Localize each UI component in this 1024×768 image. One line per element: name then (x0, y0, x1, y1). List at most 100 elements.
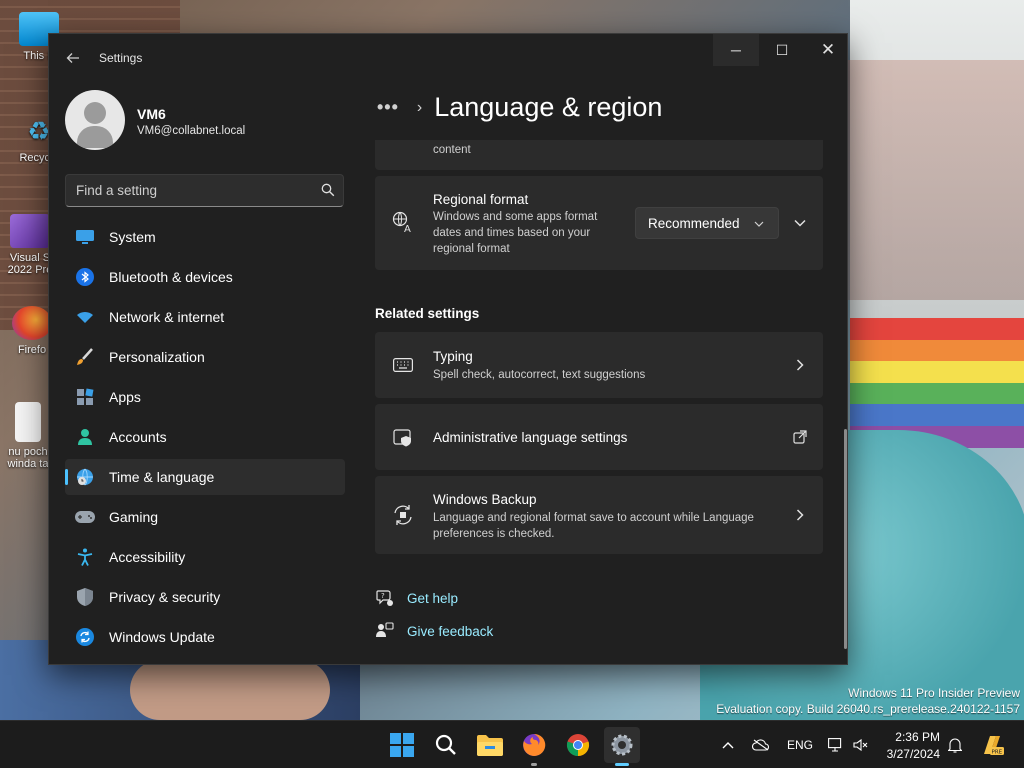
windows-backup-card[interactable]: Windows Backup Language and regional for… (375, 476, 823, 554)
maximize-icon: ☐ (775, 41, 789, 58)
chevron-right-icon (796, 509, 804, 521)
search-box[interactable] (65, 174, 344, 207)
tray-volume[interactable] (853, 721, 869, 768)
watermark-edition: Windows 11 Pro Insider Preview (848, 686, 1020, 700)
settings-window: Settings ─ ☐ ✕ VM6 VM6@collabnet.local S… (48, 33, 848, 665)
wallpaper-shade (848, 60, 1024, 300)
backup-sync-icon (391, 503, 415, 527)
cloud-offline-icon (752, 739, 769, 751)
typing-card[interactable]: Typing Spell check, autocorrect, text su… (375, 332, 823, 398)
sidebar-item-label: Accessibility (109, 549, 186, 565)
minimize-button[interactable]: ─ (713, 34, 759, 66)
paintbrush-icon (75, 347, 95, 367)
desktop-icon-label: nu poch winda ta (7, 446, 49, 470)
sidebar-item-bluetooth[interactable]: Bluetooth & devices (65, 259, 345, 295)
chevron-right-icon (796, 359, 804, 371)
taskbar-firefox[interactable] (516, 727, 552, 766)
keyboard-icon (391, 353, 415, 377)
sidebar-item-accounts[interactable]: Accounts (65, 419, 345, 455)
volume-muted-icon (853, 738, 868, 752)
shield-icon (75, 587, 95, 607)
sidebar-item-network[interactable]: Network & internet (65, 299, 345, 335)
clock-date: 3/27/2024 (886, 747, 940, 761)
taskbar: ENG 2:36 PM 3/27/2024 PRE (0, 720, 1024, 768)
sidebar-item-windows-update[interactable]: Windows Update (65, 619, 345, 655)
accessibility-icon (75, 547, 95, 567)
taskbar-settings[interactable] (604, 727, 640, 766)
bluetooth-icon (75, 267, 95, 287)
clock[interactable]: 2:36 PM 3/27/2024 (878, 729, 940, 763)
sidebar-item-time-language[interactable]: Time & language (65, 459, 345, 495)
tray-language[interactable]: ENG (787, 721, 813, 768)
administrative-language-card[interactable]: Administrative language settings (375, 404, 823, 470)
apps-icon (75, 387, 95, 407)
sidebar-item-privacy[interactable]: Privacy & security (65, 579, 345, 615)
sidebar-item-gaming[interactable]: Gaming (65, 499, 345, 535)
card-description: Spell check, autocorrect, text suggestio… (433, 369, 646, 381)
sidebar-item-personalization[interactable]: Personalization (65, 339, 345, 375)
user-email: VM6@collabnet.local (137, 125, 246, 137)
copilot-button[interactable]: PRE (980, 721, 1004, 768)
card-description: content (433, 144, 471, 156)
user-name: VM6 (137, 106, 166, 122)
app-title: Settings (99, 51, 143, 65)
breadcrumb-overflow-button[interactable]: ••• (377, 97, 399, 118)
sidebar-item-label: Apps (109, 389, 141, 405)
search-input[interactable] (76, 175, 306, 206)
tray-network[interactable] (828, 721, 844, 768)
back-arrow-icon (66, 53, 79, 63)
svg-text:A: A (404, 224, 411, 233)
tray-onedrive[interactable] (752, 721, 770, 768)
desktop-icon-label: Firefo (17, 344, 47, 356)
notifications-button[interactable] (948, 721, 962, 768)
regional-format-icon: A (391, 210, 415, 234)
chevron-right-icon: › (416, 98, 423, 116)
partial-settings-card[interactable]: content (375, 140, 823, 170)
taskbar-file-explorer[interactable] (472, 727, 508, 763)
title-bar[interactable]: Settings ─ ☐ ✕ (49, 34, 847, 82)
svg-text:PRE: PRE (992, 750, 1003, 756)
start-button[interactable] (384, 727, 420, 763)
feedback-icon (375, 621, 395, 641)
sidebar-item-label: Windows Update (109, 629, 215, 645)
expand-chevron-icon[interactable] (793, 216, 807, 230)
gamepad-icon (75, 507, 95, 527)
gear-icon (611, 734, 633, 756)
regional-format-dropdown[interactable]: Recommended (635, 207, 779, 239)
back-button[interactable] (61, 46, 85, 70)
regional-format-card[interactable]: A Regional format Windows and some apps … (375, 176, 823, 270)
search-icon (321, 183, 335, 197)
tray-chevron-button[interactable] (722, 721, 734, 768)
sidebar-item-apps[interactable]: Apps (65, 379, 345, 415)
clock-time: 2:36 PM (895, 730, 940, 744)
document-icon (15, 402, 41, 442)
card-description: Language and regional format save to acc… (433, 512, 754, 540)
card-title: Administrative language settings (433, 430, 628, 445)
sidebar-item-system[interactable]: System (65, 219, 345, 255)
folder-icon (477, 735, 503, 756)
maximize-button[interactable]: ☐ (759, 34, 805, 66)
search-icon (435, 734, 456, 755)
card-description: Windows and some apps format dates and t… (433, 211, 598, 255)
bell-icon (948, 738, 962, 753)
scrollbar[interactable] (844, 429, 847, 649)
card-title: Regional format (433, 192, 529, 207)
taskbar-search-button[interactable] (428, 727, 464, 763)
chevron-up-icon (722, 742, 734, 749)
sidebar-item-accessibility[interactable]: Accessibility (65, 539, 345, 575)
chrome-icon (566, 734, 590, 757)
visual-studio-icon (10, 214, 50, 248)
related-settings-heading: Related settings (375, 306, 480, 321)
give-feedback-label: Give feedback (407, 623, 494, 639)
get-help-link[interactable]: ? Get help (375, 588, 458, 608)
taskbar-chrome[interactable] (560, 727, 596, 763)
firefox-icon (12, 306, 52, 340)
give-feedback-link[interactable]: Give feedback (375, 621, 493, 641)
sidebar-item-label: Accounts (109, 429, 167, 445)
globe-clock-icon (75, 467, 95, 487)
wifi-icon (75, 307, 95, 327)
sidebar-item-label: Privacy & security (109, 589, 221, 605)
help-icon: ? (375, 588, 395, 608)
sidebar-nav: System Bluetooth & devices Network & int… (65, 219, 345, 659)
close-button[interactable]: ✕ (805, 34, 851, 66)
